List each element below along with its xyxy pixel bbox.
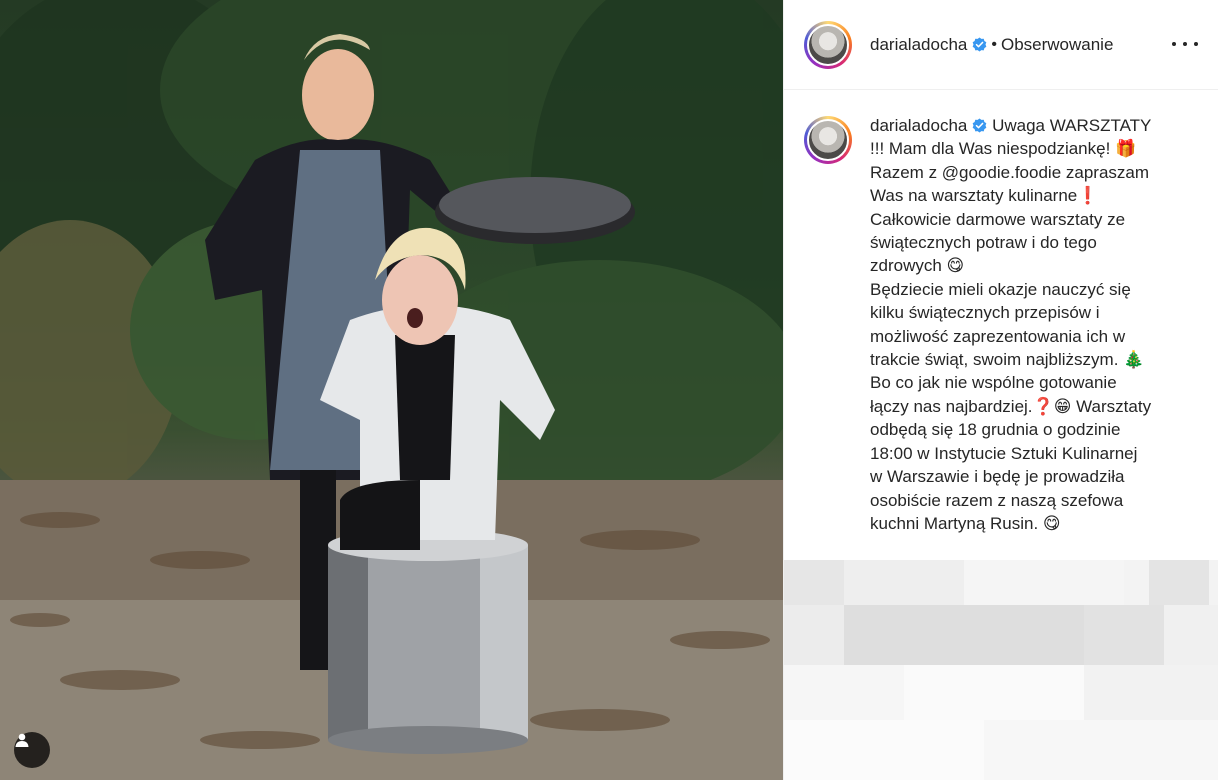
caption-text-part-2: zapraszam Was na warsztaty kulinarne❗️ C… xyxy=(870,162,1152,533)
header-username[interactable]: darialadocha xyxy=(870,35,967,55)
caption-username[interactable]: darialadocha xyxy=(870,116,967,135)
blurred-comments xyxy=(784,560,1218,780)
following-button[interactable]: Obserwowanie xyxy=(1001,35,1113,55)
user-tag-icon xyxy=(15,733,29,747)
post-header: darialadocha • Obserwowanie xyxy=(784,0,1218,90)
user-tag-button[interactable] xyxy=(14,732,50,768)
caption-avatar[interactable] xyxy=(804,116,852,164)
verified-badge-icon xyxy=(973,37,987,52)
more-options-icon[interactable] xyxy=(1172,32,1198,56)
separator-dot: • xyxy=(991,35,997,53)
post-side-panel: darialadocha • Obserwowanie darialadocha… xyxy=(783,0,1218,780)
avatar[interactable] xyxy=(804,20,852,69)
caption-row: darialadocha Uwaga WARSZTATY !!! Mam dla… xyxy=(784,90,1218,535)
photo-scene xyxy=(0,0,783,780)
post-photo[interactable] xyxy=(0,0,783,780)
mention-link[interactable]: @goodie.foodie xyxy=(942,163,1061,182)
verified-badge-icon xyxy=(973,118,987,133)
post-caption: darialadocha Uwaga WARSZTATY !!! Mam dla… xyxy=(870,114,1186,535)
